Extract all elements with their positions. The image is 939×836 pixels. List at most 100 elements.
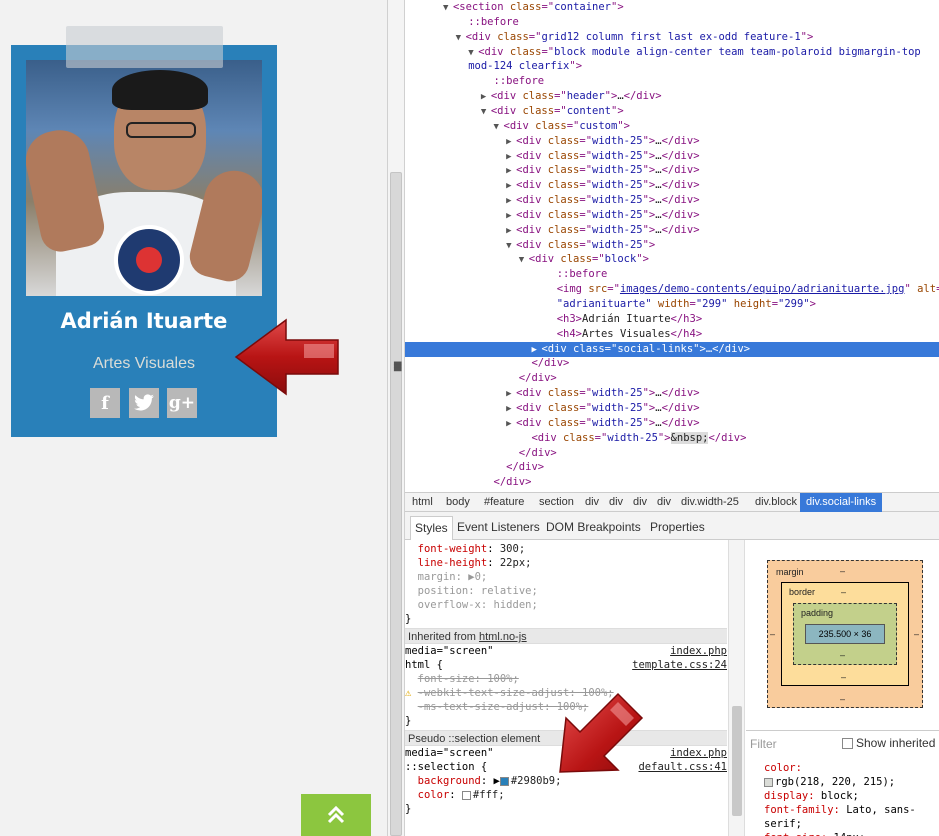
filter-input[interactable]: Filter: [750, 737, 777, 751]
collapsed-triangle-icon[interactable]: ▶: [506, 164, 516, 179]
dom-node[interactable]: ▼ <section class="container">: [405, 0, 939, 15]
dom-node[interactable]: ▶ <div class="width-25">…</div>: [405, 401, 939, 416]
dom-node[interactable]: ▼ <div class="custom">: [405, 119, 939, 134]
dom-node[interactable]: ▼ <div class="grid12 column first last ex…: [405, 30, 939, 45]
breadcrumb-item[interactable]: section: [538, 493, 575, 512]
source-link[interactable]: index.php: [670, 746, 727, 760]
collapsed-triangle-icon[interactable]: ▶: [506, 209, 516, 224]
color-swatch[interactable]: [764, 777, 773, 787]
breadcrumb-item[interactable]: html: [411, 493, 434, 512]
breadcrumb-item[interactable]: div: [632, 493, 648, 512]
google-plus-icon[interactable]: g+: [167, 388, 197, 418]
dom-node[interactable]: </div>: [405, 446, 939, 461]
styles-scrollbar[interactable]: [728, 540, 745, 836]
dom-node[interactable]: </div>: [405, 371, 939, 386]
style-property: line-height: 22px;: [417, 557, 532, 569]
dom-node[interactable]: ▶ <div class="width-25">…</div>: [405, 193, 939, 208]
style-line: html {template.css:24: [405, 658, 727, 672]
expanded-triangle-icon[interactable]: ▼: [456, 31, 466, 46]
color-swatch[interactable]: [461, 790, 471, 800]
dom-node[interactable]: ▼ <div class="block">: [405, 252, 939, 267]
selected-dom-node[interactable]: ▶ <div class="social-links">…</div>: [405, 341, 939, 358]
splitter-grip-icon[interactable]: ▬ ▬ ▬: [393, 359, 402, 375]
dom-node[interactable]: ::before: [405, 15, 939, 30]
style-line: media="screen" index.php: [405, 644, 727, 658]
tab-dom-breakpoints[interactable]: DOM Breakpoints: [542, 516, 645, 540]
collapsed-triangle-icon[interactable]: ▶: [506, 402, 516, 417]
collapsed-triangle-icon[interactable]: ▶: [481, 90, 491, 105]
computed-property: font-family: Lato, sans-: [764, 804, 916, 816]
breadcrumb-item[interactable]: div: [656, 493, 672, 512]
facebook-icon[interactable]: f: [90, 388, 120, 418]
splitter-scrollbar[interactable]: [390, 172, 402, 836]
source-link[interactable]: index.php: [670, 644, 727, 658]
collapsed-triangle-icon[interactable]: ▶: [506, 224, 516, 239]
style-line: }: [405, 613, 412, 625]
dom-node[interactable]: ::before: [405, 74, 939, 89]
dom-node[interactable]: mod-124 clearfix">: [405, 59, 939, 74]
dom-node[interactable]: <div class="width-25">&nbsp;</div>: [405, 431, 939, 446]
tab-event-listeners[interactable]: Event Listeners: [453, 516, 544, 540]
show-inherited-checkbox[interactable]: Show inherited: [842, 736, 935, 750]
dom-node[interactable]: ▶ <div class="width-25">…</div>: [405, 178, 939, 193]
tab-properties[interactable]: Properties: [646, 516, 709, 540]
style-property: overflow-x: hidden;: [417, 599, 538, 611]
source-link[interactable]: template.css:24: [632, 658, 727, 672]
tab-styles[interactable]: Styles: [410, 516, 453, 540]
collapsed-triangle-icon[interactable]: ▶: [531, 343, 541, 358]
style-property: font-weight: 300;: [417, 543, 526, 555]
dom-node[interactable]: ▶ <div class="width-25">…</div>: [405, 163, 939, 178]
dom-node[interactable]: ▶ <div class="width-25">…</div>: [405, 134, 939, 149]
devtools-splitter[interactable]: ▬ ▬ ▬: [387, 0, 405, 836]
dom-node[interactable]: <img src="images/demo-contents/equipo/ad…: [405, 282, 939, 297]
collapsed-triangle-icon[interactable]: ▶: [506, 194, 516, 209]
breadcrumb-item[interactable]: div.block: [754, 493, 798, 512]
computed-property: serif;: [764, 818, 802, 830]
page-preview: Adrián Ituarte Artes Visuales f g+: [0, 0, 387, 836]
expanded-triangle-icon[interactable]: ▼: [468, 46, 478, 61]
dom-node[interactable]: <h4>Artes Visuales</h4>: [405, 327, 939, 342]
color-swatch[interactable]: [499, 776, 509, 786]
dom-node[interactable]: ▶ <div class="width-25">…</div>: [405, 223, 939, 238]
dom-node[interactable]: ▶ <div class="width-25">…</div>: [405, 208, 939, 223]
dom-node[interactable]: ▶ <div class="header">…</div>: [405, 89, 939, 104]
dom-node[interactable]: ▼ <div class="width-25">: [405, 238, 939, 253]
breadcrumb-item[interactable]: #feature: [483, 493, 525, 512]
dom-node[interactable]: </div>: [405, 475, 939, 490]
dom-node[interactable]: "adrianituarte" width="299" height="299"…: [405, 297, 939, 312]
computed-property: display: block;: [764, 790, 859, 802]
collapsed-triangle-icon[interactable]: ▶: [506, 417, 516, 432]
box-model-metrics: margin – – – – border – – padding – 235.…: [746, 540, 939, 730]
dom-node[interactable]: </div>: [405, 356, 939, 371]
dom-node[interactable]: ▼ <div class="content">: [405, 104, 939, 119]
breadcrumb-item[interactable]: div: [608, 493, 624, 512]
expanded-triangle-icon[interactable]: ▼: [519, 253, 529, 268]
style-line: }: [405, 803, 412, 815]
collapsed-triangle-icon[interactable]: ▶: [506, 135, 516, 150]
dom-node[interactable]: ▼ <div class="block module align-center t…: [405, 45, 939, 60]
style-property: font-size: 100%;: [417, 673, 519, 685]
collapsed-triangle-icon[interactable]: ▶: [506, 387, 516, 402]
scroll-to-top-button[interactable]: [301, 794, 371, 836]
expanded-triangle-icon[interactable]: ▼: [494, 120, 504, 135]
dom-node[interactable]: </div>: [405, 460, 939, 475]
dom-node[interactable]: ▶ <div class="width-25">…</div>: [405, 386, 939, 401]
breadcrumb-item[interactable]: div: [584, 493, 600, 512]
collapsed-triangle-icon[interactable]: ▶: [506, 179, 516, 194]
expanded-triangle-icon[interactable]: ▼: [506, 239, 516, 254]
source-link[interactable]: default.css:41: [638, 760, 727, 774]
expanded-triangle-icon[interactable]: ▼: [481, 105, 491, 120]
red-arrow-icon: [234, 318, 339, 396]
style-property: background: ▶ #2980b9;: [417, 775, 562, 787]
expanded-triangle-icon[interactable]: ▼: [443, 1, 453, 16]
computed-property: font-size: 14px;: [764, 831, 865, 836]
twitter-icon[interactable]: [129, 388, 159, 418]
breadcrumb-item[interactable]: div.social-links: [800, 493, 883, 512]
dom-node[interactable]: ::before: [405, 267, 939, 282]
breadcrumb-item[interactable]: body: [445, 493, 471, 512]
dom-node[interactable]: ▶ <div class="width-25">…</div>: [405, 416, 939, 431]
dom-node[interactable]: ▶ <div class="width-25">…</div>: [405, 149, 939, 164]
dom-node[interactable]: <h3>Adrián Ituarte</h3>: [405, 312, 939, 327]
collapsed-triangle-icon[interactable]: ▶: [506, 150, 516, 165]
breadcrumb-item[interactable]: div.width-25: [680, 493, 740, 512]
